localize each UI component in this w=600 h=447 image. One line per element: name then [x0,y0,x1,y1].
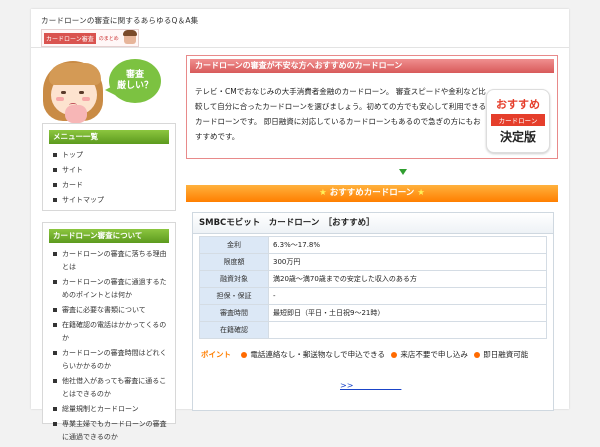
spec-value: 最短即日（平日・土日祝9〜21時） [268,304,547,322]
spec-key: 在籍確認 [199,321,269,339]
sidebar-article-link[interactable]: 審査に必要な書類について [53,303,169,318]
sidebar-article-link[interactable]: カードローンの審査に通過するためのポイントとは何か [53,275,169,303]
site-logo-sub: のまとめ [98,35,119,42]
ranking-title: おすすめカードローン [329,188,415,198]
product-features: ポイント 電話連絡なし・郵送物なしで申込できる 来店不要で申し込み 即日融資可能 [201,349,549,360]
intro-notice-title: カードローンの審査が不安な方へおすすめのカードローン [190,59,554,73]
sidebar-article-link[interactable]: 専業主婦でもカードローンの審査に通過できるのか [53,417,169,445]
spec-key: 審査時間 [199,304,269,322]
speech-bubble-line2: 厳しい？ [116,81,153,91]
mascot-illustration: 審査 厳しい？ [39,55,169,127]
table-row: 在籍確認 [199,321,547,339]
sidebar-article-link[interactable]: 総量規制とカードローン [53,402,169,417]
mascot-eye-right [79,91,84,94]
spec-key: 融資対象 [199,270,269,288]
mascot-bangs [49,63,101,85]
badge-line3: 決定版 [499,130,536,144]
table-row: 審査時間 最短即日（平日・土日祝9〜21時） [199,304,547,322]
sidebar-menu-title: メニュー一覧 [49,130,169,144]
sidebar-item-sitemap[interactable]: サイトマップ [53,193,169,208]
mascot-cheek-left [56,97,64,101]
product-spec-table: 金利 6.3%〜17.8% 限度額 300万円 融資対象 満20歳〜満70歳まで… [199,236,547,339]
logo-face-icon [123,30,137,44]
sidebar-item-top[interactable]: トップ [53,148,169,163]
sidebar-menu: メニュー一覧 トップ サイト カード サイトマップ [42,123,176,211]
feature-item: 即日融資可能 [483,350,529,359]
product-detail-link[interactable]: >> [340,380,401,391]
spec-value: - [268,287,547,305]
bullet-dot-icon [241,352,248,358]
ranking-header: ★ おすすめカードローン ★ [186,185,558,202]
sidebar-article-link[interactable]: 在籍確認の電話はかかってくるのか [53,318,169,346]
speech-bubble: 審査 厳しい？ [105,59,161,103]
product-card: SMBCモビット カードローン ［おすすめ］ 金利 6.3%〜17.8% 限度額… [192,212,554,411]
spec-key: 金利 [199,236,269,254]
sidebar-item-card[interactable]: カード [53,178,169,193]
header-divider [31,47,569,48]
sidebar-articles-list: カードローンの審査に落ちる理由とは カードローンの審査に通過するためのポイントと… [43,247,175,447]
spec-key: 担保・保証 [199,287,269,305]
sidebar-menu-list: トップ サイト カード サイトマップ [43,148,175,210]
bullet-dot-icon [474,352,481,358]
table-row: 担保・保証 - [199,287,547,305]
intro-notice: カードローンの審査が不安な方へおすすめのカードローン テレビ・CMでおなじみの大… [186,55,558,159]
feature-item: 電話連絡なし・郵送物なしで申込できる [250,350,386,359]
page-container: カードローンの審査に関するあらゆるQ＆A集 カードローン審査 のまとめ 審査 厳… [31,9,569,441]
product-title: SMBCモビット カードローン ［おすすめ］ [193,213,553,234]
table-row: 限度額 300万円 [199,253,547,271]
sidebar-item-site[interactable]: サイト [53,163,169,178]
star-icon: ★ [319,188,327,198]
site-description: カードローンの審査に関するあらゆるQ＆A集 [41,16,199,25]
recommend-badge[interactable]: おすすめ カードローン 決定版 [486,89,550,153]
sidebar-article-link[interactable]: カードローンの審査に落ちる理由とは [53,247,169,275]
spec-key: 限度額 [199,253,269,271]
intro-notice-body: テレビ・CMでおなじみの大手消費者金融のカードローン。 審査スピードや金利など比… [195,87,487,141]
sidebar-article-link[interactable]: 他社借入があっても審査に通ることはできるのか [53,374,169,402]
feature-item: 来店不要で申し込み [400,350,468,359]
badge-line2: カードローン [491,114,545,126]
spec-value [268,321,547,339]
mascot-eye-left [61,91,66,94]
site-logo[interactable]: カードローン審査 のまとめ [41,29,139,47]
bullet-dot-icon [391,352,398,358]
site-header: カードローンの審査に関するあらゆるQ＆A集 カードローン審査 のまとめ [41,15,198,47]
mascot-hand [65,105,87,123]
badge-line1: おすすめ [496,98,540,111]
table-row: 融資対象 満20歳〜満70歳までの安定した収入のある方 [199,270,547,288]
table-row: 金利 6.3%〜17.8% [199,236,547,254]
sidebar-articles: カードローン審査について カードローンの審査に落ちる理由とは カードローンの審査… [42,222,176,441]
arrow-down-icon [399,169,407,175]
spec-value: 6.3%〜17.8% [268,236,547,254]
speech-bubble-line1: 審査 [125,70,144,80]
features-label: ポイント [201,350,231,359]
star-icon: ★ [417,188,425,198]
spec-value: 満20歳〜満70歳までの安定した収入のある方 [268,270,547,288]
sidebar-article-link[interactable]: カードローンの審査時間はどれくらいかかるのか [53,346,169,374]
mascot-cheek-right [82,97,90,101]
site-logo-text: カードローン審査 [44,32,96,44]
spec-value: 300万円 [268,253,547,271]
sidebar-articles-title: カードローン審査について [49,229,169,243]
